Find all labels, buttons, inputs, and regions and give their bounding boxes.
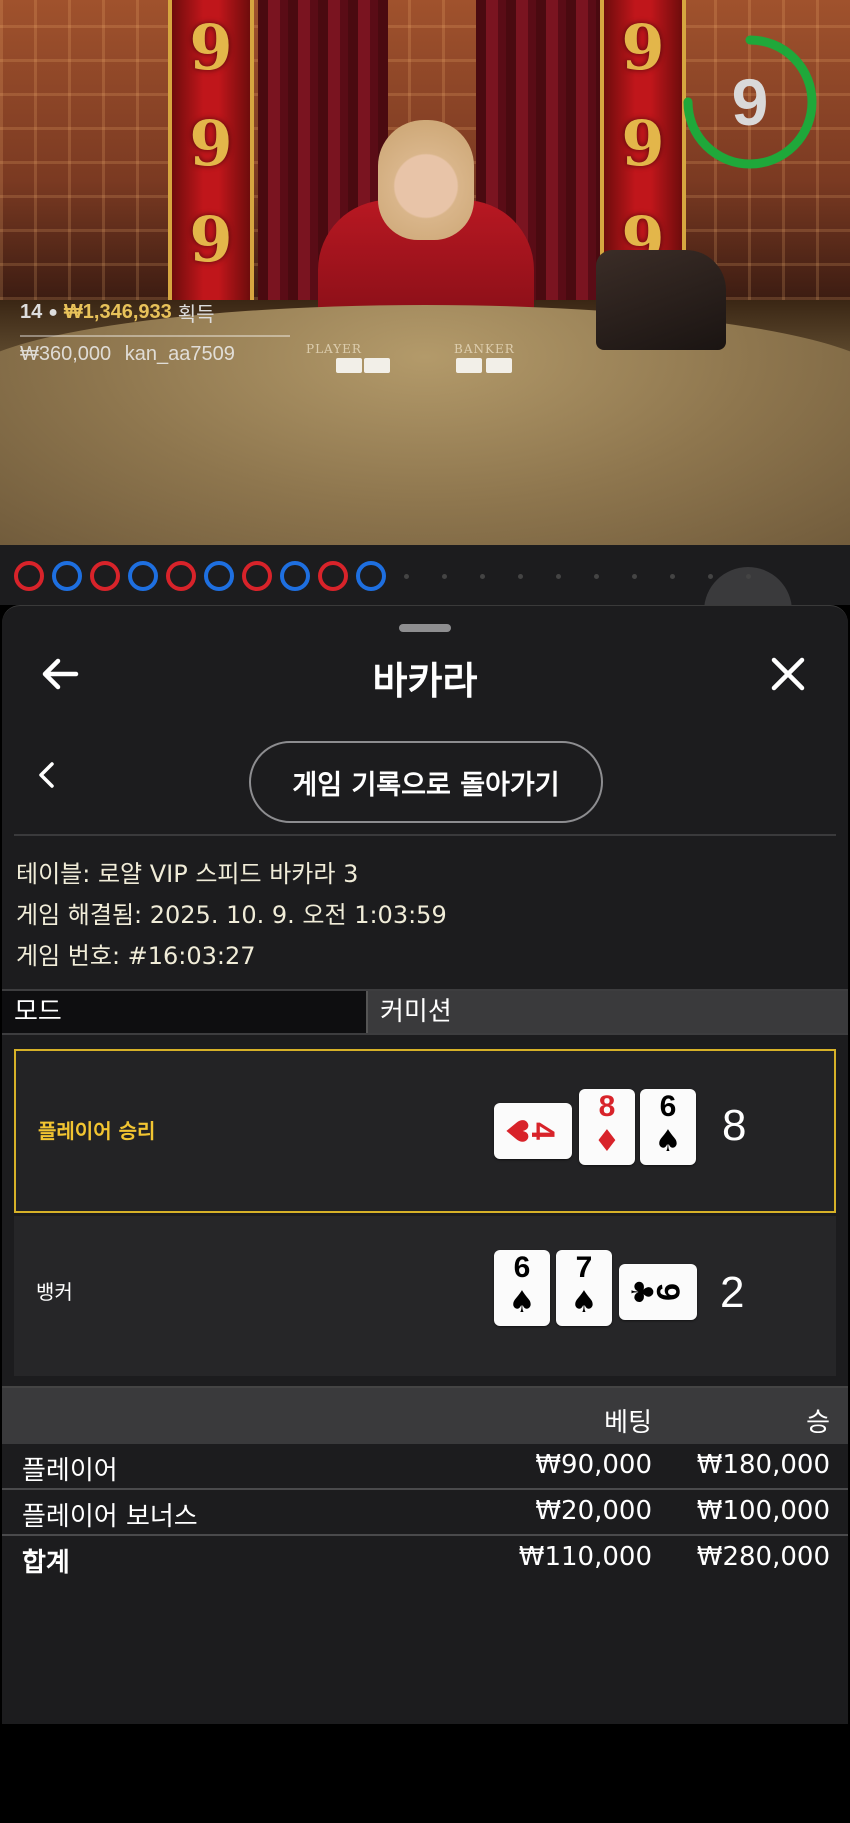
card-suit: ♠ [508,1285,536,1320]
road-empty-slot [518,574,523,579]
felt-card [456,358,482,373]
bets-table: 베팅 승 플레이어 ₩90,000 ₩180,000 플레이어 보너스 ₩20,… [2,1386,848,1582]
road-empty-slot [632,574,637,579]
pillar-digit: 9 [621,11,665,84]
road-empty-slot [594,574,599,579]
playing-card: 9 ♣ [619,1264,697,1320]
divider [14,834,836,836]
countdown-timer: 9 [680,32,820,172]
playing-card: 6 ♠ [640,1089,696,1165]
last-win-user: kan_aa7509 [124,343,235,365]
card-suit: ♠ [570,1285,598,1320]
table-name: 테이블: 로얄 VIP 스피드 바카라 3 [16,860,359,888]
pillar-digit: 9 [189,107,233,180]
road-empty-slot [442,574,447,579]
close-icon[interactable] [762,648,814,700]
stats-divider [20,335,290,337]
road-result-red [242,561,272,591]
road-result-blue [280,561,310,591]
sheet-drag-handle[interactable] [399,624,451,632]
header-win: 승 [806,1408,830,1438]
table-header: 베팅 승 [2,1386,848,1444]
player-score: 8 [722,1101,747,1150]
resolved-time: 게임 해결됨: 2025. 10. 9. 오전 1:03:59 [16,901,447,929]
road-result-blue [128,561,158,591]
felt-banker-label: BANKER [454,342,515,356]
mode-label: 모드 [2,991,366,1033]
playing-card: 7 ♠ [556,1250,612,1326]
card-shoe [596,250,726,350]
pillar-digit: 9 [621,107,665,180]
player-count: 14 [20,301,43,323]
win-amount: ₩100,000 [696,1496,830,1526]
player-hand-panel: 플레이어 승리 ♥ 4 8 ♦ 6 ♠ 8 [14,1049,836,1213]
road-result-red [166,561,196,591]
card-rank: 6 [513,1251,531,1284]
game-history-sheet: 바카라 게임 기록으로 돌아가기 테이블: 로얄 VIP 스피드 바카라 3 게… [2,605,848,1725]
total-row: 합계 ₩110,000 ₩280,000 [2,1536,848,1582]
table-row: 플레이어 ₩90,000 ₩180,000 [2,1444,848,1490]
banker-score: 2 [720,1268,745,1317]
road-result-red [318,561,348,591]
total-win-amount: ₩1,346,933 [63,301,172,323]
last-win-amount: ₩360,000 [20,343,112,365]
road-empty-slot [746,574,751,579]
road-empty-slot [708,574,713,579]
felt-card [486,358,512,373]
table-row: 플레이어 보너스 ₩20,000 ₩100,000 [2,1490,848,1536]
header-bet: 베팅 [604,1408,652,1438]
page-title: 바카라 [372,659,478,703]
player-result-label: 플레이어 승리 [38,1119,156,1143]
playing-card: ♥ 4 [494,1103,572,1159]
bead-road[interactable] [0,545,850,655]
bet-amount: ₩90,000 [535,1450,652,1480]
chevron-left-icon[interactable] [30,758,64,792]
card-suit: ♣ [623,1278,659,1306]
card-rank: 7 [575,1251,593,1284]
road-empty-slot [480,574,485,579]
person-icon: ● [48,303,58,321]
playing-card: 6 ♠ [494,1250,550,1326]
pillar-digit: 9 [189,11,233,84]
bottom-bar [0,1724,850,1823]
total-win: ₩280,000 [696,1542,830,1572]
pillar-digit: 9 [189,203,233,276]
road-empty-slot [670,574,675,579]
felt-card [364,358,390,373]
bet-stats: 14 ● ₩1,346,933 획득 ₩360,000 kan_aa7509 [20,298,290,366]
pillar-left: 9 9 9 [168,0,254,300]
bet-label: 플레이어 보너스 [22,1502,198,1532]
commission-label: 커미션 [366,991,848,1033]
road-result-red [14,561,44,591]
mode-bar: 모드 커미션 [2,989,848,1035]
road-result-blue [356,561,386,591]
card-suit: ♦ [593,1124,621,1159]
bet-amount: ₩20,000 [535,1496,652,1526]
felt-player-label: PLAYER [306,342,362,356]
total-win-suffix: 획득 [177,304,215,326]
road-result-blue [204,561,234,591]
bet-label: 플레이어 [22,1456,118,1486]
live-video: 9 9 9 9 9 9 PLAYER BANKER 14 ● ₩1,346,93… [0,0,850,545]
road-empty-slot [404,574,409,579]
win-amount: ₩180,000 [696,1450,830,1480]
timer-value: 9 [731,65,769,139]
card-rank: 4 [524,1122,561,1140]
card-suit: ♠ [654,1124,682,1159]
road-empty-slot [556,574,561,579]
banker-label: 뱅커 [36,1280,73,1304]
road-result-red [90,561,120,591]
card-rank: 8 [598,1090,616,1123]
game-number: 게임 번호: #16:03:27 [16,942,256,970]
back-to-history-button[interactable]: 게임 기록으로 돌아가기 [249,741,603,823]
total-bet: ₩110,000 [518,1542,652,1572]
total-label: 합계 [22,1548,70,1578]
dealer-head [378,120,474,240]
road-result-blue [52,561,82,591]
banker-hand-panel: 뱅커 6 ♠ 7 ♠ 9 ♣ 2 [14,1216,836,1376]
playing-card: 8 ♦ [579,1089,635,1165]
felt-card [336,358,362,373]
card-rank: 6 [659,1090,677,1123]
